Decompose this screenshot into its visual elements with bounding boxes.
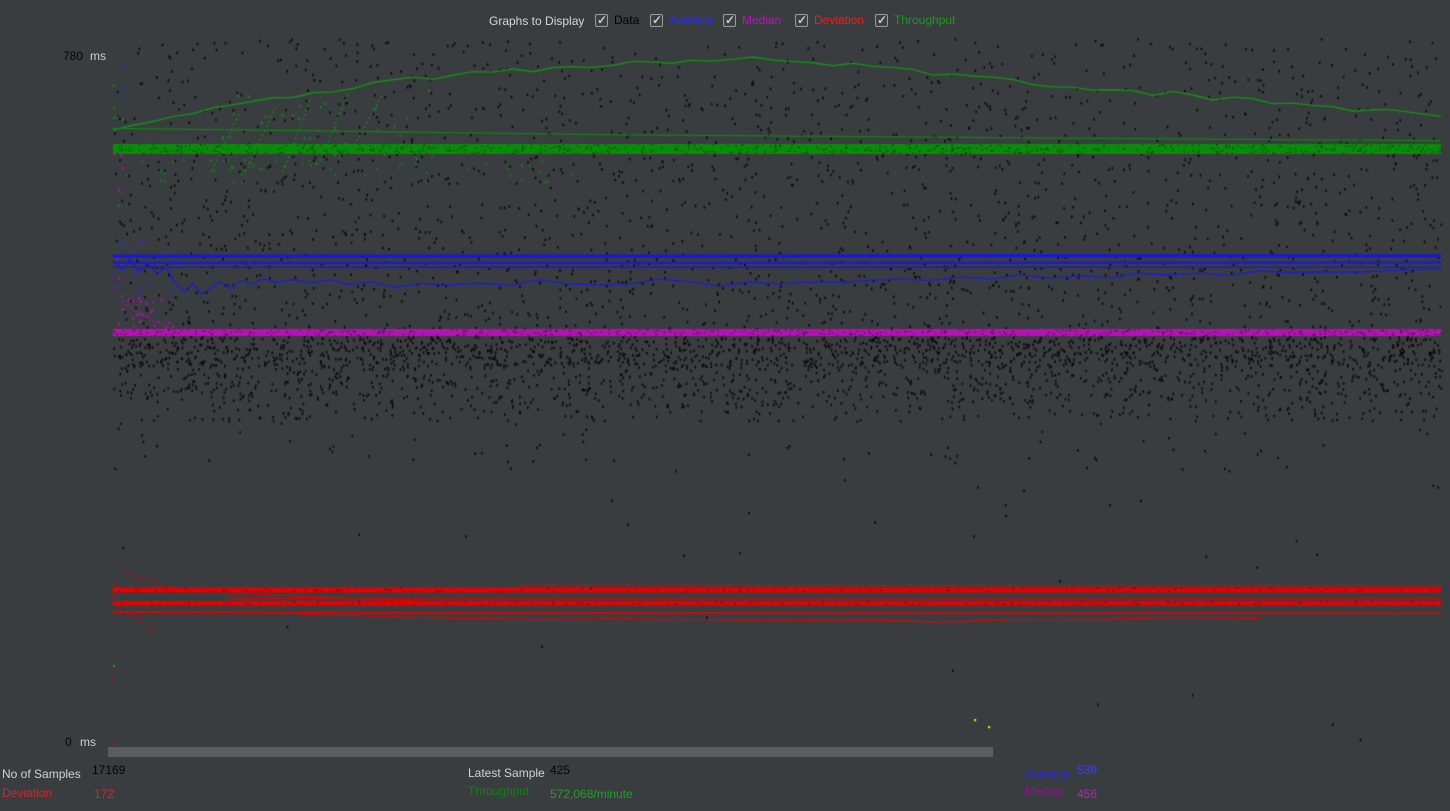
latest-sample-value: 425 [550,763,570,777]
checkbox-median-label: Median [742,13,781,27]
throughput-checkbox-icon[interactable] [875,14,888,27]
horizontal-scrollbar-thumb[interactable] [108,747,993,757]
deviation-value: 172 [94,787,114,801]
throughput-label: Throughput [468,784,529,798]
y-axis-max-unit: ms [90,49,106,63]
graph-canvas [0,0,1450,811]
checkbox-average-label: Average [669,13,713,27]
average-value: 539 [1077,763,1097,777]
latest-sample-label: Latest Sample [468,766,545,780]
graphs-to-display-label: Graphs to Display [489,14,584,28]
checkbox-average[interactable]: Average [650,13,713,27]
no-of-samples-value: 17169 [92,763,125,777]
throughput-value: 572,068/minute [550,787,633,801]
checkbox-deviation[interactable]: Deviation [795,13,864,27]
data-checkbox-icon[interactable] [595,14,608,27]
average-checkbox-icon[interactable] [650,14,663,27]
checkbox-throughput[interactable]: Throughput [875,13,955,27]
average-label: Average [1025,767,1069,781]
median-value: 456 [1077,787,1097,801]
y-axis-min-unit: ms [80,735,96,749]
deviation-checkbox-icon[interactable] [795,14,808,27]
median-checkbox-icon[interactable] [723,14,736,27]
checkbox-throughput-label: Throughput [894,13,955,27]
jmeter-graph-results-window: Graphs to Display Data Average Median De… [0,0,1450,811]
deviation-label: Deviation [2,786,52,800]
y-axis-min-label: 0 [65,735,72,749]
checkbox-data-label: Data [614,13,639,27]
checkbox-data[interactable]: Data [595,13,639,27]
checkbox-median[interactable]: Median [723,13,781,27]
checkbox-deviation-label: Deviation [814,13,864,27]
y-axis-max-label: 780 [63,49,83,63]
no-of-samples-label: No of Samples [2,767,81,781]
median-label: Median [1025,784,1064,798]
